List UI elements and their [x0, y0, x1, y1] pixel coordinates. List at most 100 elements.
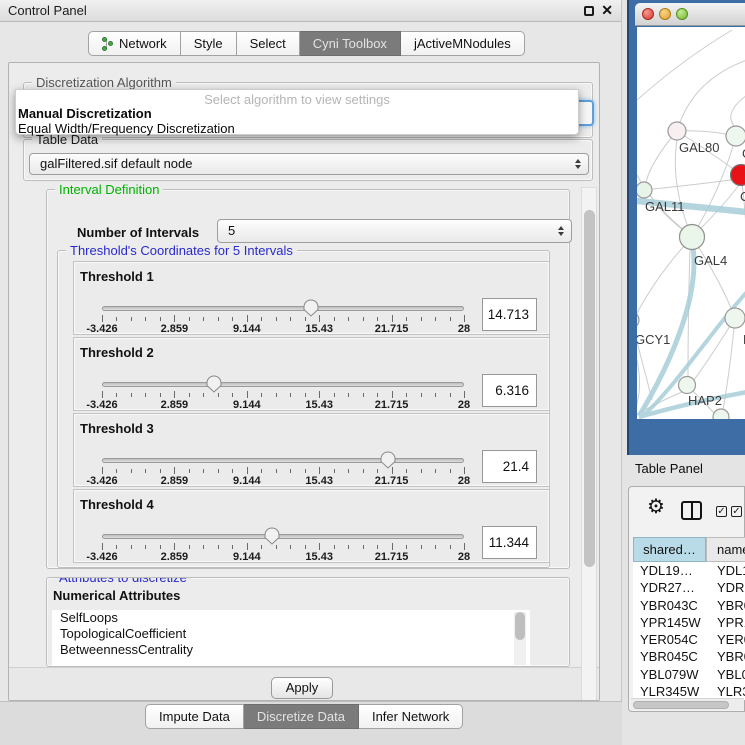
- close-icon[interactable]: ✕: [601, 2, 613, 19]
- list-item[interactable]: SelfLoops: [52, 610, 530, 626]
- slider-handle[interactable]: [380, 451, 396, 469]
- numerical-attributes-label: Numerical Attributes: [53, 588, 180, 603]
- node-gal4[interactable]: [680, 225, 705, 250]
- minimize-traffic-light-icon[interactable]: [659, 8, 671, 20]
- tab-network[interactable]: Network: [88, 31, 181, 56]
- tab-infer-network[interactable]: Infer Network: [359, 704, 463, 729]
- zoom-traffic-light-icon[interactable]: [676, 8, 688, 20]
- scale-label: 21.715: [375, 399, 409, 411]
- node-gcy1[interactable]: [637, 312, 639, 328]
- node-label: GCY1: [637, 332, 670, 347]
- slider-handle[interactable]: [264, 527, 280, 545]
- tick-mark: [232, 317, 233, 321]
- tab-impute-data[interactable]: Impute Data: [145, 704, 244, 729]
- column-header-name[interactable]: name: [706, 537, 745, 562]
- tick-mark: [102, 467, 103, 474]
- tick-mark: [435, 393, 436, 397]
- tab-select[interactable]: Select: [237, 31, 300, 56]
- apply-button[interactable]: Apply: [271, 677, 333, 699]
- close-traffic-light-icon[interactable]: [642, 8, 654, 20]
- gear-icon[interactable]: ⚙: [647, 497, 665, 517]
- list-scrollbar[interactable]: [514, 612, 526, 665]
- scrollbar-thumb[interactable]: [515, 612, 525, 640]
- panel-scrollbar[interactable]: [581, 187, 597, 701]
- scale-label: 9.144: [233, 399, 261, 411]
- number-of-intervals-combobox[interactable]: 5: [217, 219, 572, 243]
- slider-track[interactable]: [102, 382, 464, 387]
- float-icon[interactable]: [584, 6, 594, 16]
- threshold-slider[interactable]: -3.4262.8599.14415.4321.71528: [102, 262, 464, 336]
- group-title: Attributes to discretize: [55, 577, 191, 585]
- scale-label: 2.859: [161, 323, 189, 335]
- slider-scale-labels: -3.4262.8599.14415.4321.71528: [102, 399, 464, 411]
- node-partial[interactable]: [713, 409, 729, 419]
- table-row[interactable]: YBR043CYBR0: [633, 597, 745, 614]
- cell: YDL19…: [640, 563, 693, 578]
- tick-mark: [363, 317, 364, 321]
- tick-mark: [377, 545, 378, 549]
- node-gal11[interactable]: [637, 182, 652, 198]
- threshold-slider[interactable]: -3.4262.8599.14415.4321.71528: [102, 338, 464, 412]
- network-canvas[interactable]: GAL80 GAL11 GAL4 GCY1 HAP2 G C H: [637, 27, 745, 419]
- threshold-slider[interactable]: -3.4262.8599.14415.4321.71528: [102, 414, 464, 488]
- column-header-shared-name[interactable]: shared…: [633, 537, 706, 562]
- tab-jactivemnodules[interactable]: jActiveMNodules: [401, 31, 525, 56]
- slider-track[interactable]: [102, 306, 464, 311]
- table-data-combobox[interactable]: galFiltered.sif default node: [29, 153, 589, 175]
- node-partial[interactable]: [726, 126, 745, 146]
- scrollbar-thumb[interactable]: [633, 701, 729, 709]
- cell: YBL0: [717, 667, 745, 682]
- tick-mark: [421, 469, 422, 473]
- tab-cyni-toolbox[interactable]: Cyni Toolbox: [300, 31, 401, 56]
- node-label-partial: C: [740, 189, 745, 204]
- horizontal-scrollbar[interactable]: [631, 698, 744, 710]
- tick-mark: [160, 545, 161, 549]
- table-row[interactable]: YBL079WYBL0: [633, 666, 745, 683]
- table-row[interactable]: YDL19…YDL1: [633, 562, 745, 579]
- scale-label: 21.715: [375, 551, 409, 563]
- tick-mark: [261, 317, 262, 321]
- node-hap2[interactable]: [679, 377, 696, 394]
- table-panel-title: Table Panel: [635, 461, 703, 476]
- slider-handle[interactable]: [303, 299, 319, 317]
- scrollbar-thumb[interactable]: [584, 210, 595, 567]
- tick-mark: [421, 545, 422, 549]
- node-gal80[interactable]: [668, 122, 686, 140]
- tab-style[interactable]: Style: [181, 31, 237, 56]
- threshold-value-field[interactable]: 14.713: [482, 298, 537, 331]
- node-h[interactable]: [725, 308, 745, 328]
- checkbox-icon[interactable]: ✓: [716, 506, 727, 517]
- threshold-panel: Threshold 2 -3.4262.8599.14415.4321.7152…: [73, 337, 550, 411]
- threshold-slider[interactable]: -3.4262.8599.14415.4321.71528: [102, 490, 464, 564]
- table-row[interactable]: YPR145WYPR1: [633, 614, 745, 631]
- dropdown-item-manual[interactable]: Manual Discretization: [18, 106, 152, 121]
- table-row[interactable]: YDR27…YDR2: [633, 579, 745, 596]
- stepper-icon: [558, 226, 564, 236]
- list-item[interactable]: BetweennessCentrality: [52, 642, 530, 658]
- numerical-attributes-list: SelfLoops TopologicalCoefficient Between…: [52, 610, 530, 667]
- network-window-titlebar[interactable]: [635, 3, 745, 26]
- threshold-value-field[interactable]: 6.316: [482, 374, 537, 407]
- tick-mark: [290, 469, 291, 473]
- algorithm-dropdown-popup: Select algorithm to view settings Manual…: [15, 89, 579, 135]
- table-row[interactable]: YBR045CYBR0: [633, 648, 745, 665]
- slider-handle[interactable]: [206, 375, 222, 393]
- cell: YDR27…: [640, 580, 695, 595]
- dropdown-item-equal-width[interactable]: Equal Width/Frequency Discretization: [18, 121, 235, 136]
- node-selected-red[interactable]: [731, 165, 745, 186]
- tick-mark: [348, 393, 349, 397]
- threshold-value-field[interactable]: 21.4: [482, 450, 537, 483]
- table-row[interactable]: YER054CYER0: [633, 631, 745, 648]
- threshold-value-field[interactable]: 11.344: [482, 526, 537, 559]
- split-pane-icon[interactable]: [681, 501, 702, 520]
- tick-mark: [247, 315, 248, 322]
- list-item[interactable]: TopologicalCoefficient: [52, 626, 530, 642]
- tab-discretize-data[interactable]: Discretize Data: [244, 704, 359, 729]
- slider-track[interactable]: [102, 534, 464, 539]
- node-label: HAP2: [688, 393, 722, 408]
- slider-track[interactable]: [102, 458, 464, 463]
- table-panel: ⚙ ✓ ✓ shared… name YDL19…YDL1 YDR27…YDR2…: [628, 486, 745, 712]
- tick-mark: [261, 469, 262, 473]
- checkbox-icon[interactable]: ✓: [731, 506, 742, 517]
- tab-label: Style: [194, 32, 223, 55]
